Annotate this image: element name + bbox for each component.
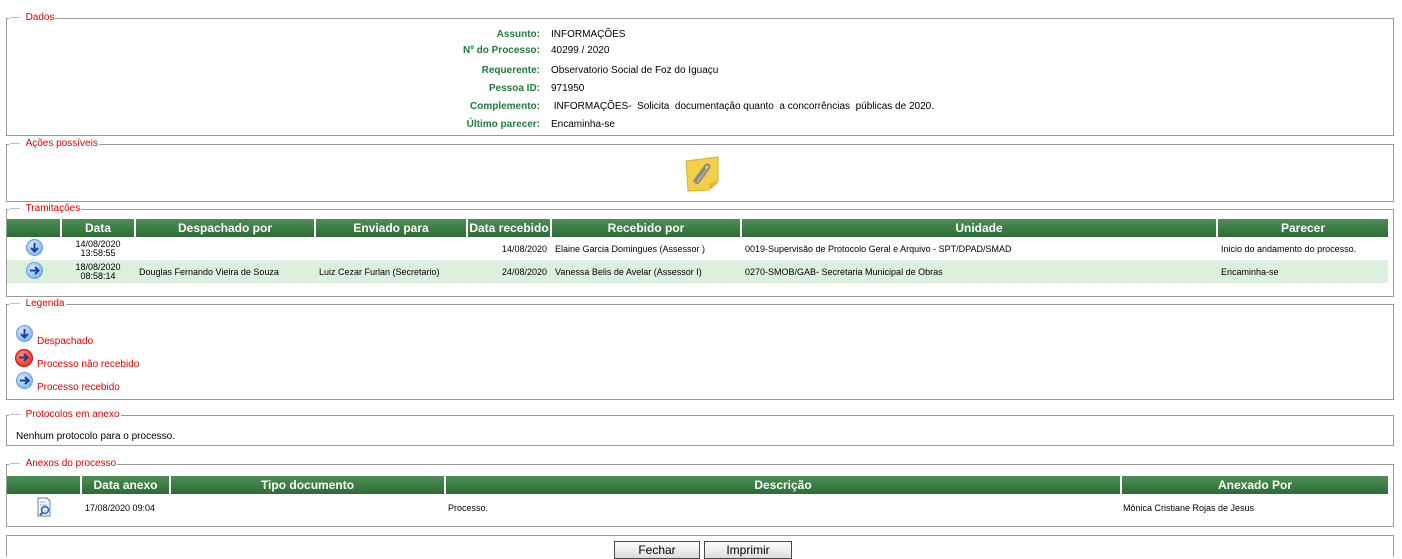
tramitacoes-table: Data Despachado por Enviado para Data re… (7, 219, 1388, 283)
row-tipo (170, 494, 445, 522)
row-anexado-por: Mônica Cristiane Rojas de Jesus (1123, 503, 1255, 513)
row-despachado: Douglas Fernando Vieira de Souza (135, 260, 315, 283)
row-parecer: Inicio do andamento do processo. (1221, 243, 1357, 254)
acoes-legend: Ações possíveis (9, 138, 99, 150)
col-parecer: Parecer (1217, 219, 1388, 237)
row-data-recebido: 14/08/2020 (501, 243, 547, 254)
col-recebido-por: Recebido por (551, 219, 742, 237)
table-row: 17/08/2020 09:04 Processo. Mônica Cristi… (7, 494, 1388, 522)
nao-recebido-arrow-right-icon (15, 349, 33, 367)
row-data-anexo: 17/08/2020 09:04 (85, 503, 156, 513)
field-ultimo-parecer-label: Último parecer: (466, 119, 540, 130)
despachado-arrow-down-icon[interactable] (25, 239, 43, 256)
field-pessoa-id-label: Pessoa ID: (488, 83, 540, 94)
row-enviado: Luiz Cezar Furlan (Secretario) (315, 260, 467, 283)
row-time: 08:58:14 (80, 270, 116, 281)
legenda-despachado: Despachado (37, 336, 94, 347)
row-time: 13:58:55 (80, 247, 116, 258)
field-complemento-value: INFORMAÇÕES- Solicita documentação quant… (551, 101, 934, 112)
recebido-arrow-right-icon[interactable] (25, 262, 43, 279)
document-magnifier-icon[interactable] (34, 497, 54, 517)
col-unidade: Unidade (741, 219, 1218, 237)
bottom-border (6, 535, 1394, 557)
col-data: Data (61, 219, 136, 237)
row-despachado (135, 237, 315, 260)
imprimir-button[interactable]: Imprimir (704, 541, 792, 559)
col-data-recebido: Data recebido (467, 219, 552, 237)
field-assunto-label: Assunto: (496, 29, 540, 40)
row-unidade: 0019-Supervisão de Protocolo Geral e Arq… (745, 243, 1012, 254)
anexos-header-row: Data anexo Tipo documento Descrição Anex… (7, 476, 1388, 494)
table-row: 18/08/2020 08:58:14 Douglas Fernando Vie… (7, 260, 1388, 283)
despachado-arrow-down-icon (16, 325, 33, 342)
row-descricao: Processo. (448, 503, 489, 513)
legenda-recebido: Processo recebido (37, 382, 120, 393)
legenda-section: Legenda (6, 298, 1394, 400)
col-icon (7, 476, 82, 494)
col-despachado-por: Despachado por (135, 219, 316, 237)
legenda-nao-recebido: Processo não recebido (37, 359, 140, 370)
col-descricao: Descrição (445, 476, 1122, 494)
row-unidade: 0270-SMOB/GAB- Secretaria Municipal de O… (741, 260, 1217, 283)
col-enviado-para: Enviado para (315, 219, 468, 237)
tramitacoes-legend: Tramitações (9, 203, 81, 215)
field-processo-value: 40299 / 2020 (551, 45, 610, 56)
protocolos-section: Protocolos em anexo (6, 409, 1394, 446)
recebido-arrow-right-icon (16, 372, 33, 389)
protocolos-message: Nenhum protocolo para o processo. (16, 431, 175, 442)
field-ultimo-parecer-value: Encaminha-se (551, 119, 615, 130)
col-data-anexo: Data anexo (81, 476, 171, 494)
anexos-table: Data anexo Tipo documento Descrição Anex… (7, 476, 1388, 522)
tramitacoes-header-row: Data Despachado por Enviado para Data re… (7, 219, 1388, 237)
field-requerente-value: Observatorio Social de Foz do Iguaçu (551, 65, 719, 76)
dados-legend: Dados (9, 12, 55, 24)
field-assunto-value: INFORMAÇÕES (551, 29, 626, 40)
protocolos-legend: Protocolos em anexo (9, 409, 121, 421)
sticky-note-paperclip-icon[interactable] (681, 152, 723, 194)
table-row: 14/08/2020 13:58:55 14/08/2020 Elaine Ga… (7, 237, 1388, 260)
fechar-button[interactable]: Fechar (614, 541, 700, 559)
row-enviado (315, 237, 467, 260)
anexos-legend: Anexos do processo (9, 458, 117, 470)
col-tipo-documento: Tipo documento (170, 476, 446, 494)
row-recebido: Vanessa Belis de Avelar (Assessor I) (551, 260, 741, 283)
field-processo-label: Nº do Processo: (462, 45, 540, 56)
col-icon (7, 219, 62, 237)
row-data-recebido: 24/08/2020 (467, 260, 551, 283)
field-requerente-label: Requerente: (481, 65, 540, 76)
col-anexado-por: Anexado Por (1121, 476, 1388, 494)
field-complemento-label: Complemento: (470, 101, 540, 112)
legenda-legend: Legenda (9, 298, 66, 310)
row-recebido: Elaine Garcia Domingues (Assessor ) (555, 243, 706, 254)
row-parecer: Encaminha-se (1217, 260, 1388, 283)
field-pessoa-id-value: 971950 (551, 83, 585, 94)
